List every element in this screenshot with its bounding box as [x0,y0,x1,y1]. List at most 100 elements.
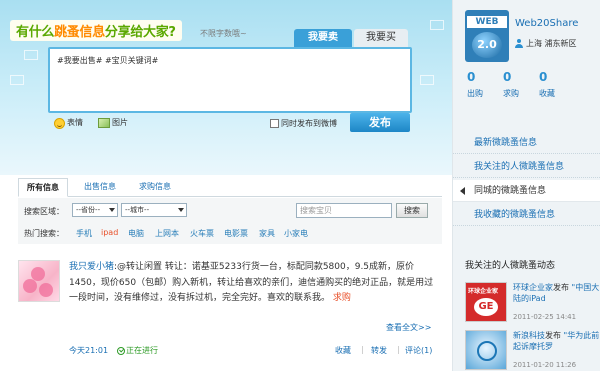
hot-item[interactable]: 家具 [259,228,275,239]
gift-decoration [420,75,434,85]
limit-note: 不限字数哦~ [200,29,247,38]
feed-user-link[interactable]: 我只爱小猪 [69,262,114,272]
city-select[interactable]: --城市-- [121,203,187,217]
chevron-down-icon [178,208,184,212]
sidebar-item-favorites[interactable]: 我收藏的微跳蚤信息 [453,204,600,226]
tab-buy-info[interactable]: 求购信息 [131,178,179,197]
sidebar: WEB 2.0 Web20Share 上海 浦东新区 0 出购 0 求购 0 收… [452,0,600,371]
flower-decoration [31,267,45,281]
dynamics-item: 环球企业家 GE 环球企业家发布 "中国大陆的iPad 2011-02-25 1… [465,282,599,328]
dynamics-user-link[interactable]: 新浪科技 [513,331,545,340]
province-select[interactable]: --省份-- [72,203,118,217]
hot-item[interactable]: 电影票 [224,228,248,239]
image-button[interactable]: 图片 [98,117,128,129]
city-value: --城市-- [125,206,150,214]
feed-item: 我只爱小猪:@转让闲置 转让：诺基亚5233行货一台，标配同款5800，9.5成… [18,256,442,371]
logo-text-version: 2.0 [472,32,502,58]
post-textarea[interactable]: #我要出售# #宝贝关键词# [48,47,412,113]
profile-avatar[interactable]: WEB 2.0 [465,10,509,62]
stat-favorites[interactable]: 0 收藏 [539,70,569,99]
headline-prefix: 有什么 [16,25,55,40]
dynamics-verb: 发布 [553,283,569,292]
flower-decoration [39,283,53,297]
feed-status-label: 正在进行 [126,346,158,355]
hot-item[interactable]: 手机 [76,228,92,239]
profile-location-text: 上海 浦东新区 [526,39,577,48]
thumbnail-logo-text: GE [474,298,498,316]
sidebar-item-following[interactable]: 我关注的人微跳蚤信息 [453,156,600,178]
tab-sell[interactable]: 我要卖 [294,29,352,47]
sidebar-item-latest[interactable]: 最新微跳蚤信息 [453,132,600,154]
check-circle-icon [117,346,125,355]
gift-decoration [430,20,444,30]
dynamics-item: 新浪科技发布 "华为此前起诉摩托罗 2011-01-20 11:26 [465,330,599,371]
composer-headline: 有什么跳蚤信息分享给大家? [10,20,182,41]
composer-toolbar: 表情 图片 同时发布到微博 发布 [54,113,414,133]
smiley-icon [54,117,65,129]
favorite-link[interactable]: 收藏 [335,345,351,356]
weibo-sync-label: 同时发布到微博 [281,119,337,128]
dynamics-text: 环球企业家发布 "中国大陆的iPad [513,282,600,304]
hot-item[interactable]: 小家电 [284,228,308,239]
province-value: --省份-- [76,206,101,214]
stat-buy-label: 求购 [503,89,519,98]
stat-buy-count: 0 [503,70,512,84]
stat-sell-count: 0 [467,70,476,84]
search-panel: 搜索区域： --省份-- --城市-- 搜索宝贝 搜索 热门搜索： 手机 ipa… [18,198,442,244]
user-icon [515,39,523,48]
stat-sell[interactable]: 0 出购 [467,70,497,99]
hot-item[interactable]: 上网本 [155,228,179,239]
image-label: 图片 [112,118,128,127]
stat-fav-count: 0 [539,70,548,84]
read-more-link[interactable]: 查看全文>> [386,322,431,333]
dynamics-verb: 发布 [545,331,561,340]
dynamics-time: 2011-02-25 14:41 [513,313,577,321]
stat-sell-label: 出购 [467,89,483,98]
tab-buy[interactable]: 我要买 [354,29,408,47]
feed-meta: 今天21:01 正在进行 收藏 | 转发 | 评论(1) [69,345,441,357]
globe-icon [477,341,497,361]
stat-fav-label: 收藏 [539,89,555,98]
search-button[interactable]: 搜索 [396,203,428,218]
forward-link[interactable]: 转发 [371,345,387,356]
feed-time[interactable]: 今天21:01 [69,345,108,356]
region-label: 搜索区域： [24,207,64,216]
stat-buy[interactable]: 0 求购 [503,70,533,99]
hot-search-label: 热门搜索： [24,229,64,238]
dynamics-user-link[interactable]: 环球企业家 [513,283,553,292]
emoji-button[interactable]: 表情 [54,117,83,129]
divider: | [361,345,364,354]
checkbox-box[interactable] [270,119,279,128]
tab-sell-info[interactable]: 出售信息 [76,178,124,197]
arrow-left-icon [460,187,465,195]
weibo-sync-checkbox[interactable]: 同时发布到微博 [270,118,337,129]
search-input[interactable]: 搜索宝贝 [296,203,392,218]
logo-text-web: WEB [467,16,507,28]
thumbnail-caption: 环球企业家 [468,288,499,295]
profile-name[interactable]: Web20Share [515,18,578,29]
dynamics-thumbnail[interactable]: 环球企业家 GE [465,282,507,322]
feed-tag[interactable]: 求购 [333,293,351,303]
avatar[interactable] [18,260,60,302]
feed-status: 正在进行 [117,345,158,356]
gift-decoration [10,75,24,85]
hot-item[interactable]: ipad [101,228,118,237]
filter-tabs: 所有信息 出售信息 求购信息 [18,178,442,197]
comment-link[interactable]: 评论(1) [405,345,432,356]
image-icon [98,118,110,128]
feed-content: 我只爱小猪:@转让闲置 转让：诺基亚5233行货一台，标配同款5800，9.5成… [69,260,441,307]
hot-item[interactable]: 火车票 [190,228,214,239]
dynamics-text: 新浪科技发布 "华为此前起诉摩托罗 [513,330,600,352]
dynamics-thumbnail[interactable] [465,330,507,370]
dynamics-title: 我关注的人微跳蚤动态 [465,261,556,271]
sidebar-item-same-city[interactable]: 同城的微跳蚤信息 [453,180,600,202]
divider: | [397,345,400,354]
profile-location: 上海 浦东新区 [515,38,577,49]
tab-all-info[interactable]: 所有信息 [18,178,68,197]
flower-decoration [23,279,37,293]
sidebar-item-label: 同城的微跳蚤信息 [474,186,547,196]
hot-item[interactable]: 电脑 [128,228,144,239]
main-column: 有什么跳蚤信息分享给大家? 不限字数哦~ 我要卖 我要买 #我要出售# #宝贝关… [0,0,452,371]
gift-decoration [24,50,38,60]
publish-button[interactable]: 发布 [350,113,410,132]
